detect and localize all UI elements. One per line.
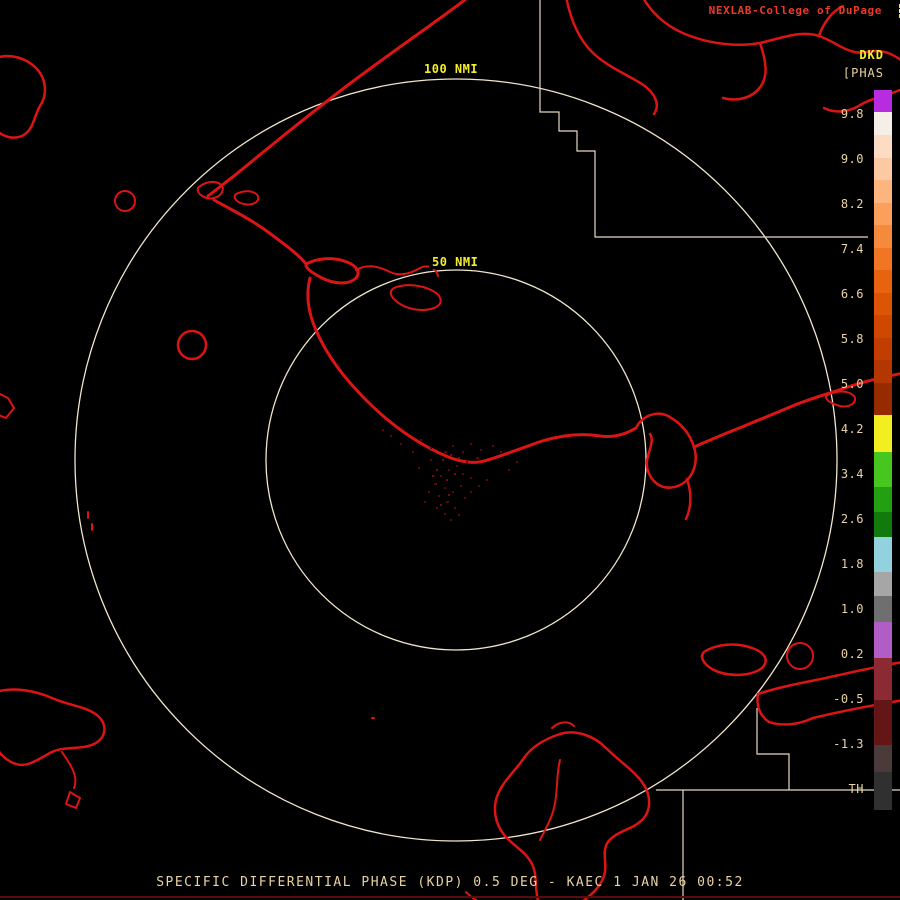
- colorbar-segment: [874, 622, 892, 658]
- colorbar-segment: [874, 596, 892, 622]
- colorbar-tick-labels: 9.8 9.0 8.2 7.4 6.6 5.8 5.0 4.2 3.4 2.6 …: [816, 91, 864, 811]
- product-code: DKD: [859, 48, 884, 62]
- coastline-outlines: [0, 0, 900, 900]
- colorbar-tick-label: 5.0: [840, 376, 864, 391]
- radar-echoes: [382, 429, 518, 521]
- colorbar-tick-label: TH: [848, 781, 864, 796]
- attribution-title: NEXLAB-College of DuPage: [708, 4, 882, 17]
- colorbar-segment: [874, 248, 892, 270]
- colorbar-tick-label: 3.4: [840, 466, 864, 481]
- colorbar-segment: [874, 745, 892, 772]
- colorbar-tick-label: 1.8: [840, 556, 864, 571]
- small-lake-outline: [114, 190, 136, 212]
- colorbar-segment: [874, 772, 892, 810]
- colorbar-segment: [874, 572, 892, 596]
- colorbar-segment: [874, 415, 892, 452]
- colorbar-tick-label: 7.4: [840, 241, 864, 256]
- colorbar: [874, 90, 892, 810]
- colorbar-segment: [874, 487, 892, 512]
- range-ring-label-100nmi: 100 NMI: [421, 62, 482, 76]
- colorbar-segment: [874, 452, 892, 487]
- colorbar-tick-label: 5.8: [840, 331, 864, 346]
- colorbar-segment: [874, 537, 892, 572]
- colorbar-segment: [874, 700, 892, 745]
- colorbar-tick-label: 4.2: [840, 421, 864, 436]
- colorbar-segment: [874, 383, 892, 415]
- colorbar-tick-label: -1.3: [833, 736, 864, 751]
- status-bar-text: SPECIFIC DIFFERENTIAL PHASE (KDP) 0.5 DE…: [156, 875, 744, 890]
- colorbar-tick-label: 2.6: [840, 511, 864, 526]
- radar-display: 100 NMI 50 NMI NEXLAB-College of DuPage …: [0, 0, 900, 900]
- colorbar-tick-label: 9.8: [840, 106, 864, 121]
- colorbar-segment: [874, 315, 892, 338]
- colorbar-segment: [874, 112, 892, 135]
- colorbar-segment: [874, 658, 892, 700]
- colorbar-segment: [874, 158, 892, 180]
- range-ring-label-50nmi: 50 NMI: [429, 255, 482, 269]
- small-lake-outline: [786, 642, 814, 670]
- colorbar-segment: [874, 338, 892, 360]
- colorbar-segment: [874, 360, 892, 383]
- colorbar-segment: [874, 135, 892, 158]
- product-unit-label: [PHAS: [842, 66, 884, 80]
- colorbar-tick-label: 9.0: [840, 151, 864, 166]
- colorbar-tick-label: 1.0: [840, 601, 864, 616]
- colorbar-tick-label: 0.2: [840, 646, 864, 661]
- colorbar-segment: [874, 90, 892, 112]
- colorbar-segment: [874, 512, 892, 537]
- colorbar-segment: [874, 203, 892, 225]
- colorbar-segment: [874, 180, 892, 203]
- colorbar-tick-label: -0.5: [833, 691, 864, 706]
- colorbar-segment: [874, 225, 892, 248]
- colorbar-segment: [874, 293, 892, 315]
- colorbar-tick-label: 8.2: [840, 196, 864, 211]
- colorbar-tick-label: 6.6: [840, 286, 864, 301]
- small-lake-outline: [176, 329, 208, 361]
- colorbar-segment: [874, 270, 892, 293]
- radar-map: [0, 0, 900, 900]
